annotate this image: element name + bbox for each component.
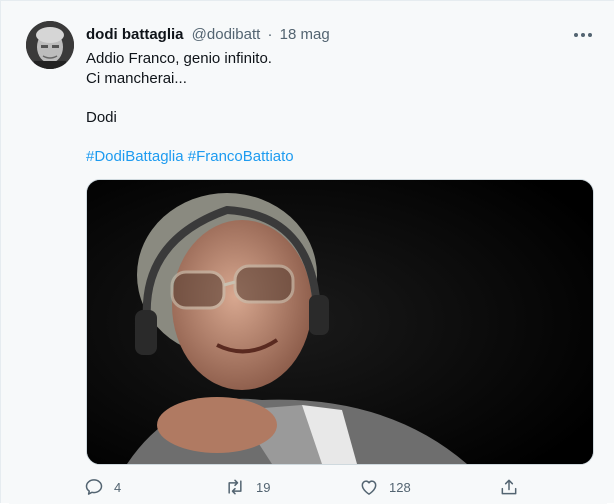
author-handle[interactable]: @dodibatt [192, 26, 261, 43]
retweet-icon [228, 479, 242, 495]
retweet-button[interactable]: 19 [224, 475, 270, 499]
like-button[interactable]: 128 [359, 475, 411, 499]
reply-icon [85, 479, 103, 495]
avatar[interactable] [26, 21, 74, 69]
like-count: 128 [389, 479, 411, 495]
tweet-header: dodi battaglia @dodibatt · 18 mag [86, 25, 330, 45]
timeline-frame: dodi battaglia @dodibatt · 18 mag Addio … [0, 0, 614, 504]
hashtag-dodibattaglia[interactable]: #DodiBattaglia [86, 148, 184, 165]
separator-dot: · [267, 26, 273, 43]
tweet-date[interactable]: 18 mag [280, 26, 330, 43]
author-name[interactable]: dodi battaglia [86, 26, 184, 43]
share-icon [501, 479, 517, 495]
tweet[interactable]: dodi battaglia @dodibatt · 18 mag Addio … [9, 9, 607, 504]
more-icon[interactable] [571, 25, 595, 45]
tweet-media-photo[interactable] [86, 179, 594, 465]
share-button[interactable] [499, 475, 519, 499]
tweet-text-line2: Ci mancherai... [86, 70, 187, 87]
heart-icon [361, 480, 377, 495]
hashtag-francobattiato[interactable]: #FrancoBattiato [188, 148, 294, 165]
retweet-count: 19 [256, 479, 271, 495]
tweet-signature: Dodi [86, 109, 117, 126]
reply-button[interactable]: 4 [84, 475, 121, 499]
tweet-actions: 4 19 128 [84, 475, 524, 499]
reply-count: 4 [114, 479, 122, 495]
tweet-text-line1: Addio Franco, genio infinito. [86, 50, 272, 67]
hashtags: #DodiBattaglia #FrancoBattiato [86, 147, 294, 167]
